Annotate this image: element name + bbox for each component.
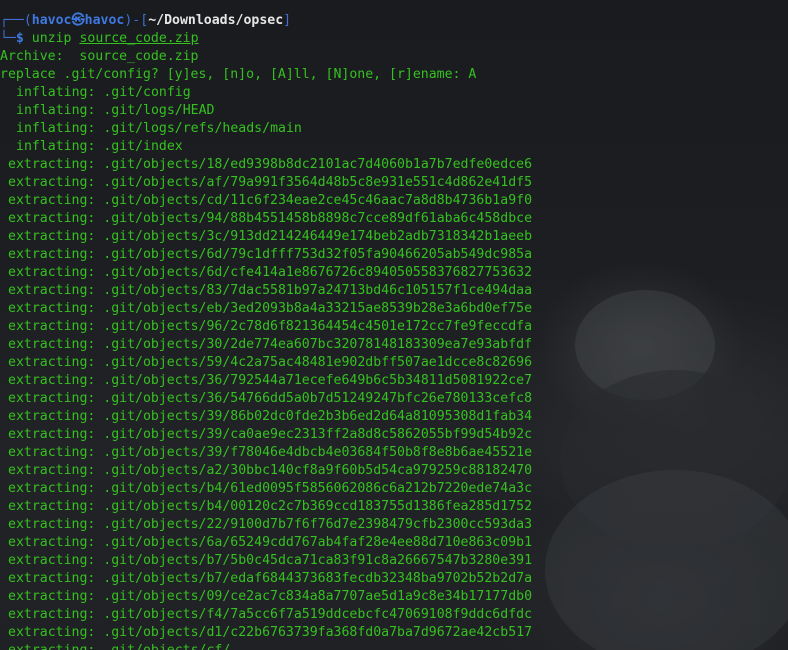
extracting-line: extracting: .git/objects/6a/65249cdd767a… [8,535,533,550]
extracting-line: extracting: .git/objects/09/ce2ac7c834a8… [8,589,533,604]
extracting-line: extracting: .git/objects/6d/79c1dfff753d… [8,247,533,262]
extracting-line: extracting: .git/objects/cf/ [0,642,788,650]
command-argument: source_code.zip [79,31,199,46]
extracting-line: extracting: .git/objects/eb/3ed2093b8a4a… [8,301,533,316]
extracting-line: extracting: .git/objects/f4/7a5cc6f7a519… [8,607,533,622]
extracting-line: extracting: .git/objects/39/86b02dc0fde2… [8,409,533,424]
prompt-user: havoc [31,13,72,28]
extracting-line: extracting: .git/objects/a2/30bbc140cf8a… [8,463,533,478]
prompt-frame-mid: )-[ [124,13,149,28]
archive-line: Archive: source_code.zip [0,49,199,64]
inflating-line: inflating: .git/logs/refs/heads/main [16,121,302,136]
prompt-path: ~/Downloads/opsec [148,13,284,28]
inflating-list: inflating: .git/config inflating: .git/lo… [0,84,788,156]
extracting-line: extracting: .git/objects/18/ed9398b8dc21… [8,157,533,172]
prompt-header-line: ┌──(havoc㉿havoc)-[~/Downloads/opsec] [0,12,788,30]
command-name: unzip [31,31,72,46]
prompt-frame-close: ] [283,13,292,28]
extracting-line: extracting: .git/objects/b4/61ed0095f585… [8,481,533,496]
extracting-line: extracting: .git/objects/30/2de774ea607b… [8,337,533,352]
extracting-line: extracting: .git/objects/b7/edaf68443736… [8,571,533,586]
terminal-window[interactable]: ┌──(havoc㉿havoc)-[~/Downloads/opsec] └─$… [0,0,788,650]
extracting-line: extracting: .git/objects/36/54766dd5a0b7… [8,391,533,406]
extracting-line: extracting: .git/objects/3c/913dd2142464… [8,229,533,244]
prompt-command-line: └─$ unzip source_code.zip [0,30,788,48]
prompt-at-icon: ㉿ [71,13,85,28]
extracting-line: extracting: .git/objects/6d/cfe414a1e867… [8,265,533,280]
prompt-frame-bottom: └─ [0,31,16,46]
extracting-line: extracting: .git/objects/36/792544a71ece… [8,373,533,388]
extracting-line: extracting: .git/objects/b4/00120c2c7b36… [8,499,533,514]
extracting-line: extracting: .git/objects/59/4c2a75ac4848… [8,355,533,370]
extracting-line: extracting: .git/objects/94/88b4551458b8… [8,211,533,226]
extracting-line: extracting: .git/objects/83/7dac5581b97a… [8,283,533,298]
extracting-line: extracting: .git/objects/af/79a991f3564d… [8,175,533,190]
prompt-host: havoc [84,13,125,28]
replace-prompt-line: replace .git/config? [y]es, [n]o, [A]ll,… [0,67,477,82]
extracting-line: extracting: .git/objects/96/2c78d6f82136… [8,319,533,334]
extracting-line: extracting: .git/objects/22/9100d7b7f6f7… [8,517,533,532]
inflating-line: inflating: .git/config [16,85,191,100]
prompt-frame-open: ┌──( [0,13,32,28]
terminal-output[interactable]: ┌──(havoc㉿havoc)-[~/Downloads/opsec] └─$… [0,12,788,650]
inflating-line: inflating: .git/logs/HEAD [16,103,215,118]
prompt-symbol: $ [15,31,24,46]
extracting-line: extracting: .git/objects/cd/11c6f234eae2… [8,193,533,208]
extracting-line: extracting: .git/objects/39/ca0ae9ec2313… [8,427,533,442]
extracting-line: extracting: .git/objects/39/f78046e4dbcb… [8,445,533,460]
extracting-list: extracting: .git/objects/18/ed9398b8dc21… [0,156,788,650]
inflating-line: inflating: .git/index [16,139,183,154]
extracting-line: extracting: .git/objects/d1/c22b6763739f… [8,625,533,640]
extracting-line: extracting: .git/objects/b7/5b0c45dca71c… [8,553,533,568]
